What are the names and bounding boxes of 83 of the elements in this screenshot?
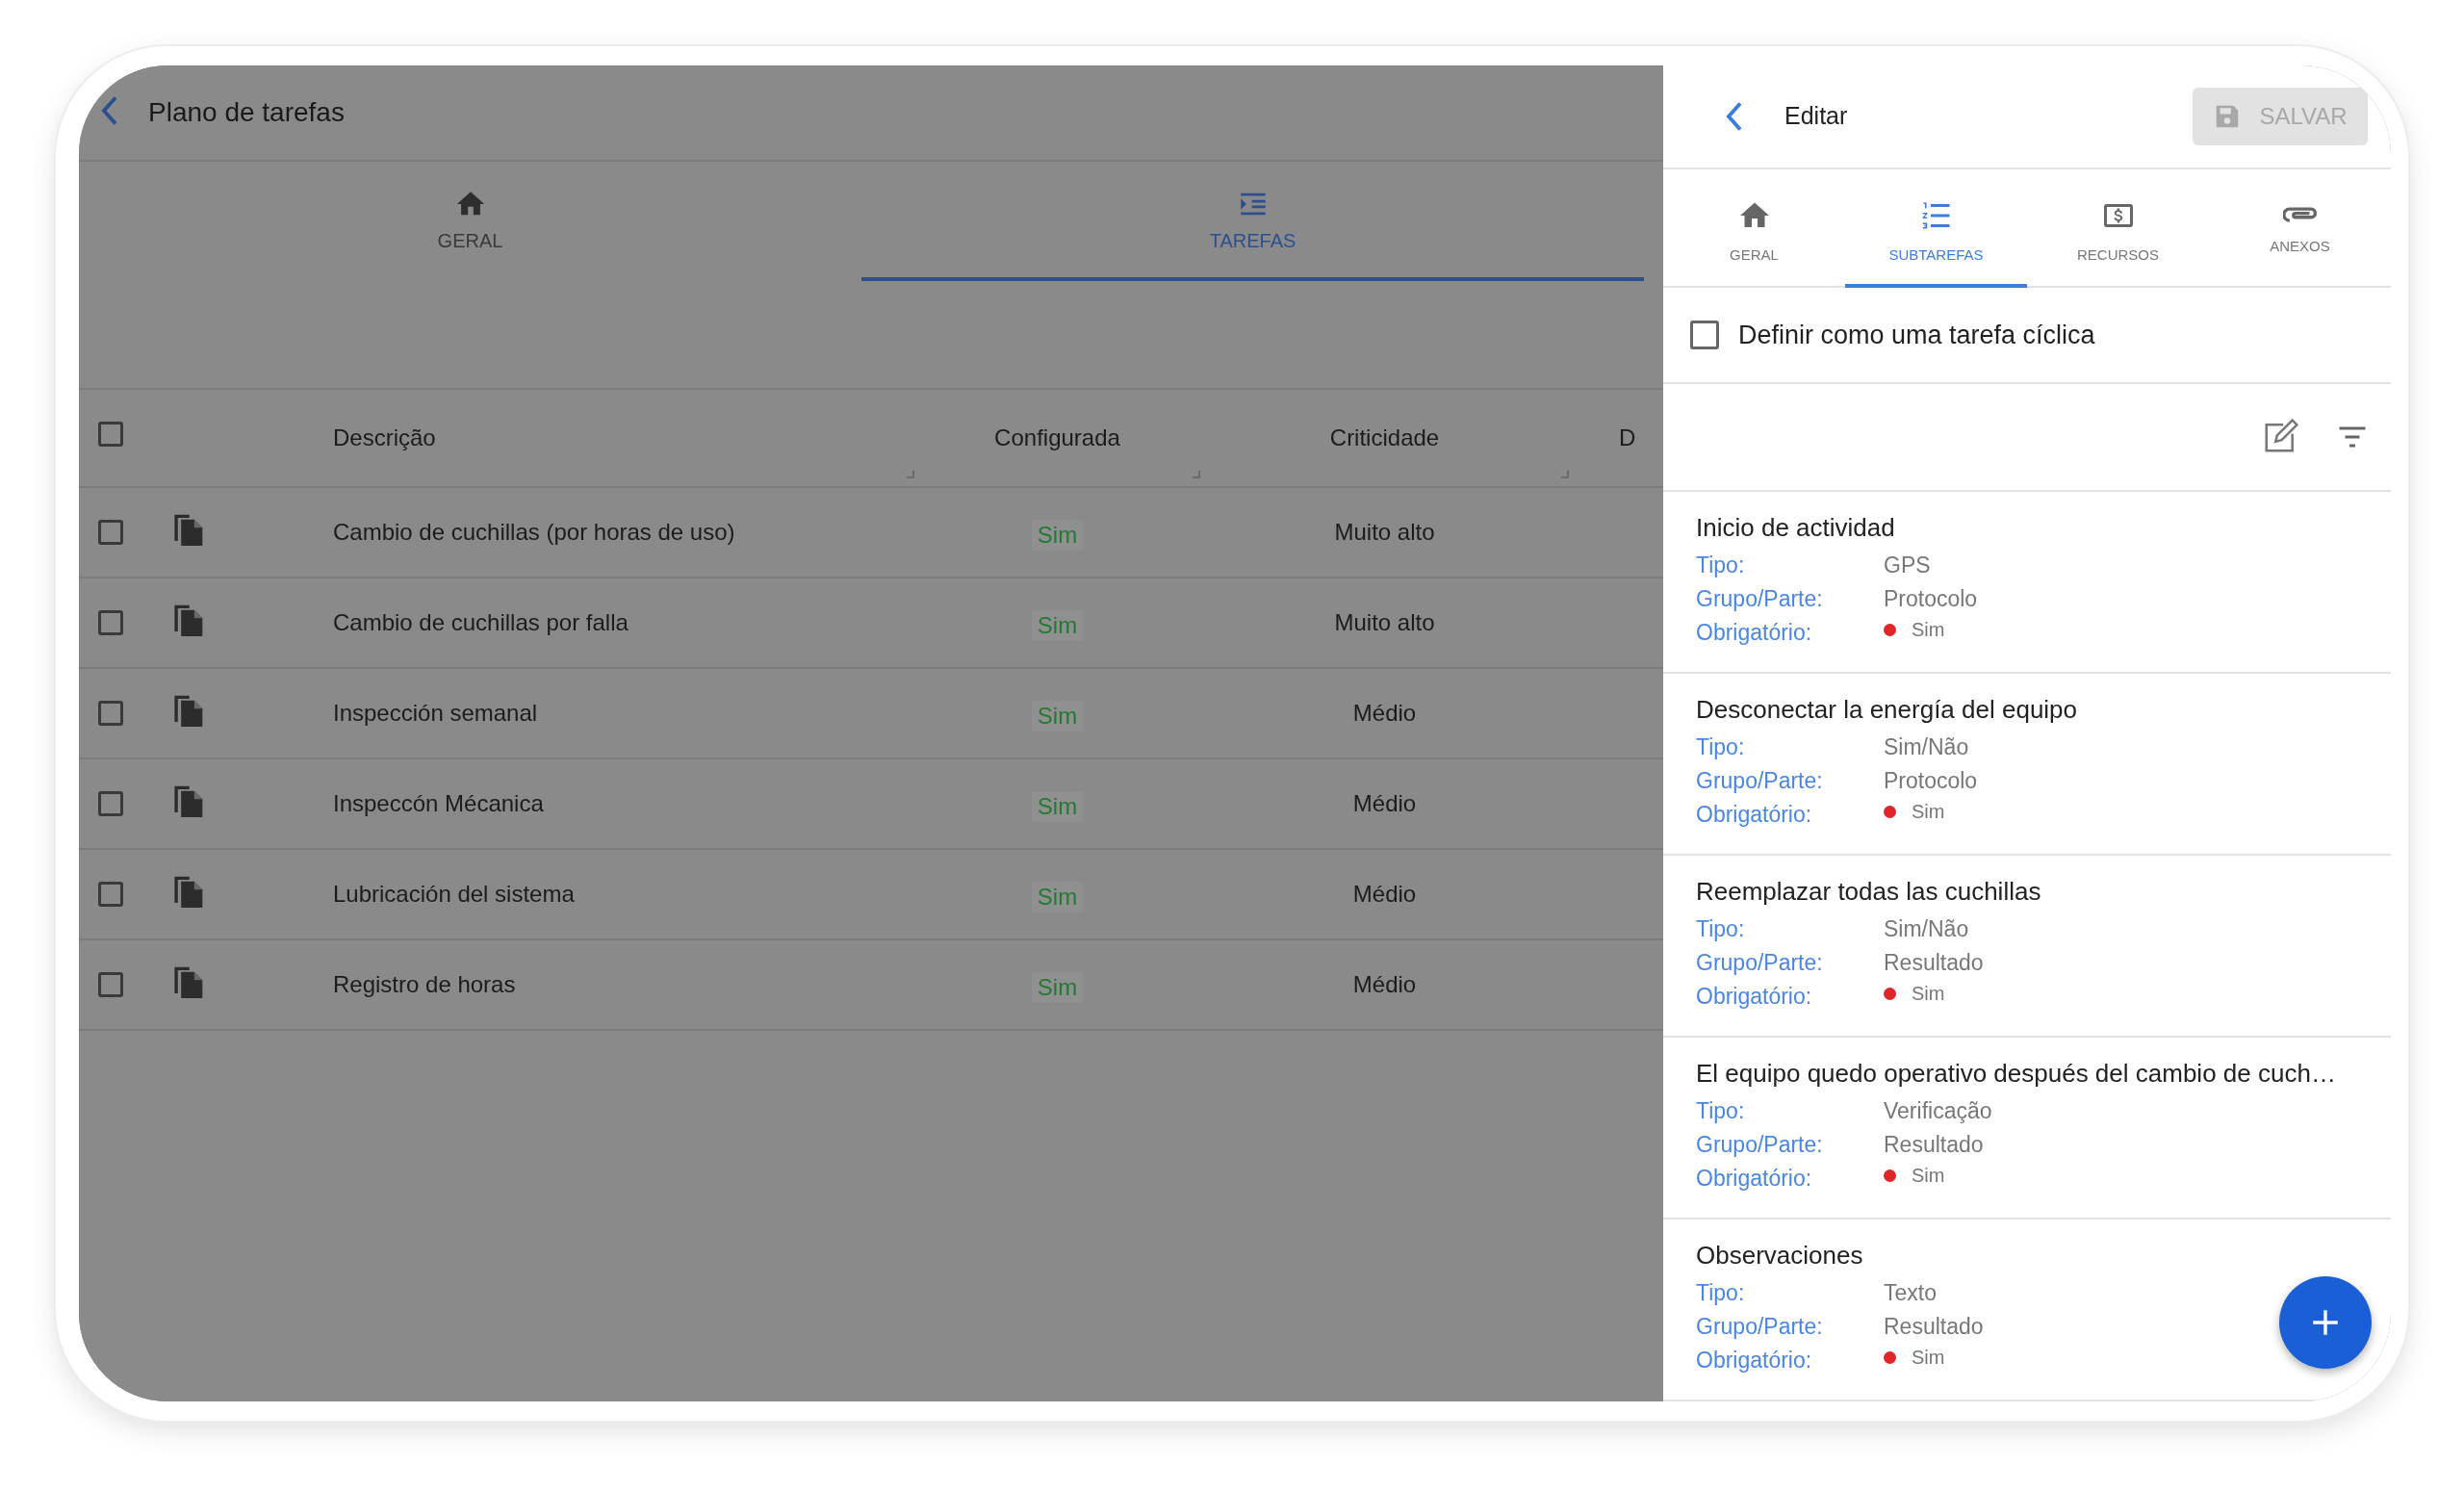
field-label: Obrigatório: [1696, 620, 1812, 646]
table-cell: Sim [1031, 972, 1084, 1003]
table-cell: Sim [1031, 610, 1084, 641]
field-label: Obrigatório: [1696, 984, 1812, 1010]
field-label: Obrigatório: [1696, 1348, 1812, 1374]
field-label: Grupo/Parte: [1696, 1132, 1823, 1158]
field-label: Grupo/Parte: [1696, 950, 1823, 976]
field-value: GPS [1884, 552, 1931, 578]
field-value: Sim/Não [1884, 734, 1969, 760]
field-value: Resultado [1884, 1314, 1984, 1340]
tab[interactable]: SUBTAREFAS [1845, 168, 2027, 289]
field-label: Grupo/Parte: [1696, 1314, 1823, 1340]
field-value: Sim [1912, 983, 1945, 1005]
checkbox[interactable] [98, 520, 123, 545]
column-header[interactable]: Descrição [333, 424, 436, 451]
field-value: Sim [1912, 801, 1945, 823]
field-label: Tipo: [1696, 734, 1745, 760]
column-header[interactable]: Criticidade [1329, 424, 1440, 451]
tab[interactable]: ANEXOS [2209, 168, 2391, 289]
checkbox[interactable] [98, 972, 123, 997]
table-cell: Cambio de cuchillas (por horas de uso) [333, 519, 735, 546]
subtask-title[interactable]: Desconectar la energía del equipo [1696, 695, 2391, 725]
panel-title: Editar [1784, 102, 1849, 131]
tab[interactable]: RECURSOS [2027, 168, 2209, 289]
field-value: Sim [1912, 1347, 1945, 1369]
table-cell: Médio [1352, 700, 1417, 727]
field-value: Resultado [1884, 950, 1984, 976]
field-value: Protocolo [1884, 586, 1978, 612]
resize-handle[interactable] [907, 471, 914, 478]
field-label: Grupo/Parte: [1696, 768, 1823, 794]
checkbox[interactable] [98, 882, 123, 907]
table-cell: Inspeccón Mécanica [333, 790, 544, 817]
status-dot [1884, 1169, 1896, 1182]
table-cell: Médio [1352, 790, 1417, 817]
checkbox[interactable] [98, 701, 123, 726]
subtask-title[interactable]: Inicio de actividad [1696, 513, 2391, 543]
tab[interactable]: GERAL [1663, 168, 1845, 289]
table-cell: Registro de horas [333, 971, 516, 998]
field-label: Tipo: [1696, 916, 1745, 942]
checkbox[interactable] [98, 791, 123, 816]
subtask-title[interactable]: El equipo quedo operativo después del cambio de cuch… [1696, 1059, 2391, 1089]
field-label: Tipo: [1696, 1098, 1745, 1124]
status-dot [1884, 988, 1896, 1000]
field-label: Obrigatório: [1696, 1166, 1812, 1192]
field-value: Verificação [1884, 1098, 1992, 1124]
field-value: Protocolo [1884, 768, 1978, 794]
field-value: Texto [1884, 1280, 1937, 1306]
checkbox[interactable] [98, 610, 123, 635]
checkbox-label: Definir como uma tarefa cíclica [1738, 320, 2095, 350]
field-value: Sim [1912, 619, 1945, 641]
subtask-title[interactable]: Observaciones [1696, 1241, 2391, 1271]
field-label: Obrigatório: [1696, 802, 1812, 828]
column-header[interactable]: D [1619, 424, 1636, 451]
field-label: Tipo: [1696, 1280, 1745, 1306]
table-cell: Muito alto [1334, 609, 1435, 636]
field-value: Resultado [1884, 1132, 1984, 1158]
checkbox[interactable] [1690, 321, 1719, 350]
paperclip-icon [2282, 207, 2318, 225]
table-cell: Sim [1031, 520, 1084, 551]
table-cell: Lubricación del sistema [333, 881, 575, 908]
table-cell: Sim [1031, 701, 1084, 732]
resize-handle[interactable] [1561, 471, 1569, 478]
table-cell: Muito alto [1334, 519, 1435, 546]
field-value: Sim/Não [1884, 916, 1969, 942]
tab[interactable]: GERAL [79, 162, 861, 281]
field-value: Sim [1912, 1165, 1945, 1187]
table-cell: Médio [1352, 881, 1417, 908]
table-cell: Sim [1031, 791, 1084, 822]
resize-handle[interactable] [1193, 471, 1200, 478]
status-dot [1884, 624, 1896, 636]
table-cell: Cambio de cuchillas por falla [333, 609, 629, 636]
checkbox[interactable] [98, 422, 123, 447]
table-cell: Inspección semanal [333, 700, 538, 727]
field-label: Grupo/Parte: [1696, 586, 1823, 612]
subtask-title[interactable]: Reemplazar todas las cuchillas [1696, 877, 2391, 907]
table-cell: Sim [1031, 882, 1084, 912]
column-header[interactable]: Configurada [994, 424, 1120, 451]
field-label: Tipo: [1696, 552, 1745, 578]
add-button[interactable] [2279, 1276, 2372, 1369]
table-cell: Médio [1352, 971, 1417, 998]
page-title: Plano de tarefas [148, 97, 345, 128]
status-dot [1884, 1351, 1896, 1364]
status-dot [1884, 806, 1896, 818]
